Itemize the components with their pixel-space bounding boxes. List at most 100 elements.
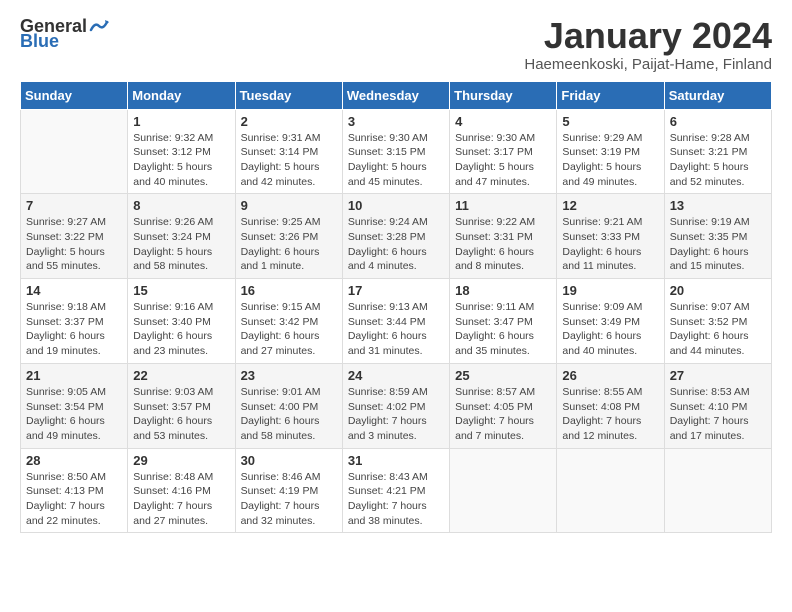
calendar-cell: 25 Sunrise: 8:57 AMSunset: 4:05 PMDayligh… [450, 363, 557, 448]
calendar-cell: 22 Sunrise: 9:03 AMSunset: 3:57 PMDayligh… [128, 363, 235, 448]
calendar-cell: 7Sunrise: 9:27 AMSunset: 3:22 PMDaylight… [21, 194, 128, 279]
day-number: 31 [348, 453, 444, 468]
day-info: Sunrise: 9:31 AMSunset: 3:14 PMDaylight:… [241, 131, 337, 190]
day-number: 13 [670, 198, 766, 213]
day-info: Sunrise: 9:13 AMSunset: 3:44 PMDaylight:… [348, 300, 444, 359]
day-number: 5 [562, 114, 658, 129]
day-number: 15 [133, 283, 229, 298]
calendar-cell [557, 448, 664, 533]
calendar-cell: 26 Sunrise: 8:55 AMSunset: 4:08 PMDayligh… [557, 363, 664, 448]
day-info: Sunrise: 9:15 AMSunset: 3:42 PMDaylight:… [241, 300, 337, 359]
logo-wave-icon [89, 16, 109, 36]
day-number: 27 [670, 368, 766, 383]
day-number: 23 [241, 368, 337, 383]
day-info: Sunrise: 9:30 AMSunset: 3:15 PMDaylight:… [348, 131, 444, 190]
col-header-saturday: Saturday [664, 81, 771, 109]
calendar-cell: 9 Sunrise: 9:25 AMSunset: 3:26 PMDaylight… [235, 194, 342, 279]
calendar-title: January 2024 [524, 16, 772, 56]
col-header-sunday: Sunday [21, 81, 128, 109]
calendar-cell [664, 448, 771, 533]
calendar-cell: 11Sunrise: 9:22 AMSunset: 3:31 PMDayligh… [450, 194, 557, 279]
calendar-cell: 15 Sunrise: 9:16 AMSunset: 3:40 PMDayligh… [128, 279, 235, 364]
col-header-monday: Monday [128, 81, 235, 109]
day-number: 24 [348, 368, 444, 383]
day-info: Sunrise: 8:55 AMSunset: 4:08 PMDaylight:… [562, 385, 658, 444]
calendar-week-row: 21 Sunrise: 9:05 AMSunset: 3:54 PMDayligh… [21, 363, 772, 448]
day-number: 30 [241, 453, 337, 468]
day-number: 19 [562, 283, 658, 298]
day-number: 4 [455, 114, 551, 129]
calendar-cell: 31 Sunrise: 8:43 AMSunset: 4:21 PMDayligh… [342, 448, 449, 533]
day-number: 26 [562, 368, 658, 383]
day-info: Sunrise: 9:25 AMSunset: 3:26 PMDaylight:… [241, 215, 337, 274]
day-number: 16 [241, 283, 337, 298]
calendar-cell [450, 448, 557, 533]
logo-blue-text: Blue [20, 31, 59, 52]
col-header-tuesday: Tuesday [235, 81, 342, 109]
day-info: Sunrise: 8:59 AMSunset: 4:02 PMDaylight:… [348, 385, 444, 444]
day-info: Sunrise: 8:57 AMSunset: 4:05 PMDaylight:… [455, 385, 551, 444]
day-info: Sunrise: 8:48 AMSunset: 4:16 PMDaylight:… [133, 470, 229, 529]
day-info: Sunrise: 8:50 AMSunset: 4:13 PMDaylight:… [26, 470, 122, 529]
day-info: Sunrise: 9:07 AMSunset: 3:52 PMDaylight:… [670, 300, 766, 359]
calendar-week-row: 1 Sunrise: 9:32 AMSunset: 3:12 PMDaylight… [21, 109, 772, 194]
calendar-cell: 16 Sunrise: 9:15 AMSunset: 3:42 PMDayligh… [235, 279, 342, 364]
col-header-thursday: Thursday [450, 81, 557, 109]
calendar-cell [21, 109, 128, 194]
day-info: Sunrise: 9:28 AMSunset: 3:21 PMDaylight:… [670, 131, 766, 190]
day-number: 25 [455, 368, 551, 383]
calendar-cell: 6 Sunrise: 9:28 AMSunset: 3:21 PMDaylight… [664, 109, 771, 194]
day-info: Sunrise: 9:01 AMSunset: 4:00 PMDaylight:… [241, 385, 337, 444]
day-info: Sunrise: 9:16 AMSunset: 3:40 PMDaylight:… [133, 300, 229, 359]
calendar-table: SundayMondayTuesdayWednesdayThursdayFrid… [20, 81, 772, 534]
col-header-friday: Friday [557, 81, 664, 109]
title-block: January 2024 Haemeenkoski, Paijat-Hame, … [524, 16, 772, 73]
day-info: Sunrise: 9:11 AMSunset: 3:47 PMDaylight:… [455, 300, 551, 359]
day-info: Sunrise: 9:09 AMSunset: 3:49 PMDaylight:… [562, 300, 658, 359]
day-number: 6 [670, 114, 766, 129]
calendar-cell: 28 Sunrise: 8:50 AMSunset: 4:13 PMDayligh… [21, 448, 128, 533]
calendar-cell: 10 Sunrise: 9:24 AMSunset: 3:28 PMDayligh… [342, 194, 449, 279]
day-number: 28 [26, 453, 122, 468]
calendar-week-row: 7Sunrise: 9:27 AMSunset: 3:22 PMDaylight… [21, 194, 772, 279]
header: General Blue January 2024 Haemeenkoski, … [20, 16, 772, 73]
day-number: 2 [241, 114, 337, 129]
calendar-cell: 4Sunrise: 9:30 AMSunset: 3:17 PMDaylight… [450, 109, 557, 194]
day-number: 12 [562, 198, 658, 213]
day-number: 20 [670, 283, 766, 298]
day-number: 17 [348, 283, 444, 298]
calendar-cell: 12 Sunrise: 9:21 AMSunset: 3:33 PMDayligh… [557, 194, 664, 279]
calendar-cell: 23 Sunrise: 9:01 AMSunset: 4:00 PMDayligh… [235, 363, 342, 448]
calendar-cell: 5Sunrise: 9:29 AMSunset: 3:19 PMDaylight… [557, 109, 664, 194]
day-info: Sunrise: 9:32 AMSunset: 3:12 PMDaylight:… [133, 131, 229, 190]
day-info: Sunrise: 9:05 AMSunset: 3:54 PMDaylight:… [26, 385, 122, 444]
day-number: 10 [348, 198, 444, 213]
calendar-cell: 18Sunrise: 9:11 AMSunset: 3:47 PMDayligh… [450, 279, 557, 364]
calendar-cell: 21 Sunrise: 9:05 AMSunset: 3:54 PMDayligh… [21, 363, 128, 448]
calendar-cell: 27 Sunrise: 8:53 AMSunset: 4:10 PMDayligh… [664, 363, 771, 448]
day-info: Sunrise: 9:21 AMSunset: 3:33 PMDaylight:… [562, 215, 658, 274]
day-info: Sunrise: 9:18 AMSunset: 3:37 PMDaylight:… [26, 300, 122, 359]
day-number: 22 [133, 368, 229, 383]
day-info: Sunrise: 9:03 AMSunset: 3:57 PMDaylight:… [133, 385, 229, 444]
day-number: 29 [133, 453, 229, 468]
day-info: Sunrise: 9:24 AMSunset: 3:28 PMDaylight:… [348, 215, 444, 274]
calendar-cell: 3 Sunrise: 9:30 AMSunset: 3:15 PMDaylight… [342, 109, 449, 194]
day-info: Sunrise: 9:27 AMSunset: 3:22 PMDaylight:… [26, 215, 122, 274]
calendar-cell: 1 Sunrise: 9:32 AMSunset: 3:12 PMDaylight… [128, 109, 235, 194]
day-number: 14 [26, 283, 122, 298]
day-number: 21 [26, 368, 122, 383]
calendar-cell: 29 Sunrise: 8:48 AMSunset: 4:16 PMDayligh… [128, 448, 235, 533]
calendar-cell: 8Sunrise: 9:26 AMSunset: 3:24 PMDaylight… [128, 194, 235, 279]
day-number: 8 [133, 198, 229, 213]
day-number: 9 [241, 198, 337, 213]
day-info: Sunrise: 9:19 AMSunset: 3:35 PMDaylight:… [670, 215, 766, 274]
day-number: 1 [133, 114, 229, 129]
logo: General Blue [20, 16, 109, 52]
day-number: 11 [455, 198, 551, 213]
calendar-cell: 19 Sunrise: 9:09 AMSunset: 3:49 PMDayligh… [557, 279, 664, 364]
day-info: Sunrise: 8:53 AMSunset: 4:10 PMDaylight:… [670, 385, 766, 444]
day-number: 3 [348, 114, 444, 129]
day-info: Sunrise: 8:43 AMSunset: 4:21 PMDaylight:… [348, 470, 444, 529]
calendar-cell: 2 Sunrise: 9:31 AMSunset: 3:14 PMDaylight… [235, 109, 342, 194]
